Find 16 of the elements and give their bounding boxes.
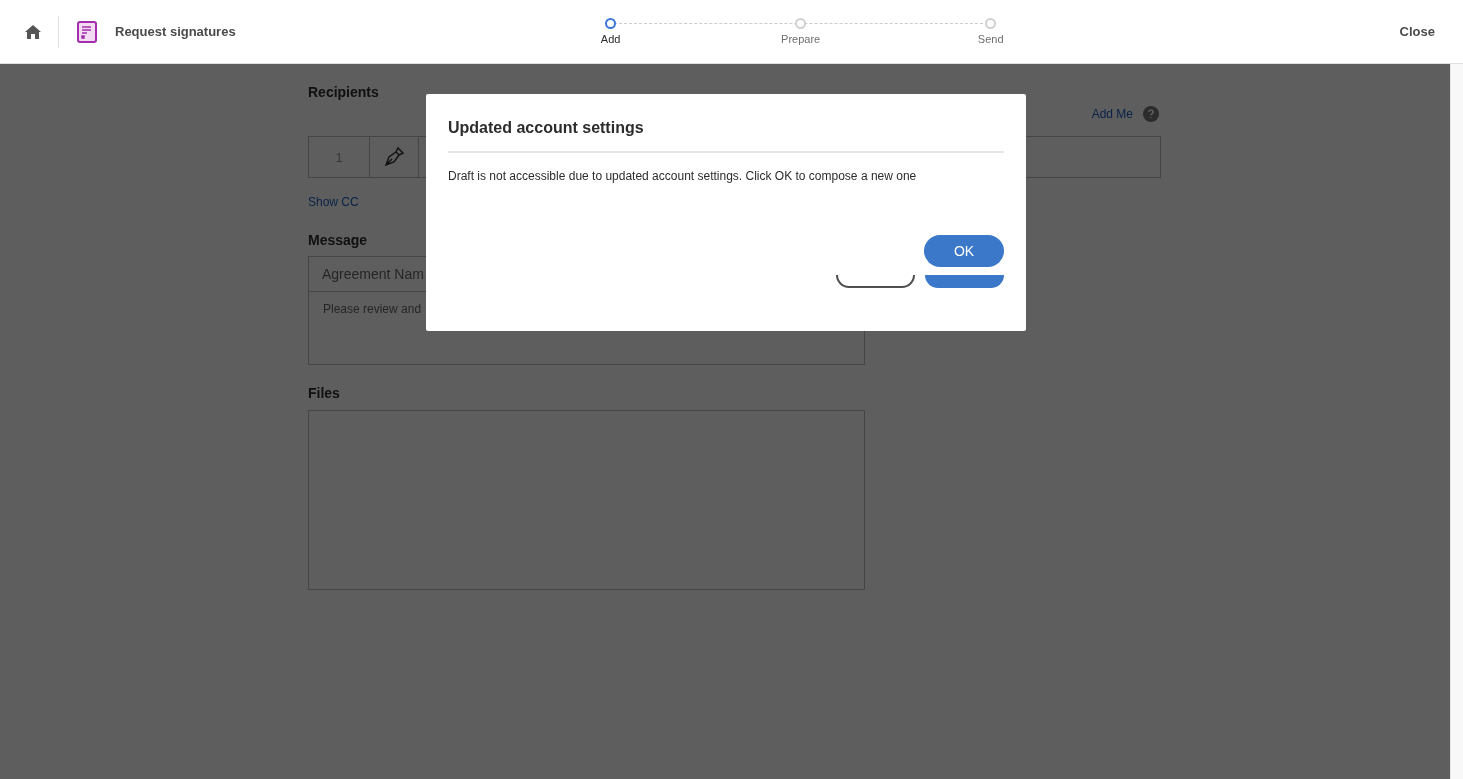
scrollbar[interactable]	[1450, 64, 1463, 779]
step-label[interactable]: Prepare	[781, 33, 821, 45]
section-heading: Message	[308, 232, 369, 248]
close-button[interactable]: Close	[1399, 24, 1435, 39]
home-icon[interactable]	[24, 23, 42, 40]
pen-icon[interactable]	[383, 146, 405, 168]
section-heading: Recipients	[308, 84, 379, 100]
step-label[interactable]: Send	[977, 33, 1004, 45]
section-heading: Files	[308, 385, 341, 401]
dialog-title: Updated account settings	[448, 119, 645, 137]
help-icon[interactable]	[1143, 106, 1159, 122]
page-title: Request signatures	[115, 24, 236, 39]
document-icon	[77, 20, 97, 43]
dialog-message: Draft is not accessible due to updated account settings. Click OK to compose a new one	[448, 169, 918, 183]
ok-button[interactable]: OK	[924, 235, 1004, 267]
step-label[interactable]: Add	[600, 33, 621, 45]
